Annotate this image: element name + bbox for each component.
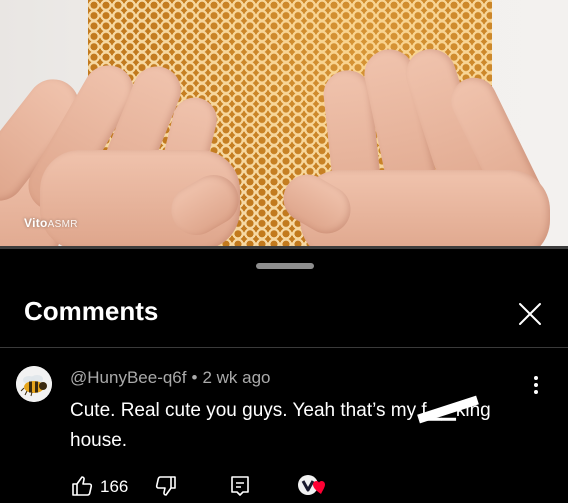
comment-author[interactable]: @HunyBee-q6f bbox=[70, 368, 187, 387]
drag-handle[interactable] bbox=[256, 263, 314, 269]
video-player[interactable]: VitoASMR bbox=[0, 0, 568, 248]
thumbs-up-icon bbox=[72, 476, 93, 496]
close-icon bbox=[519, 303, 541, 325]
divider bbox=[0, 347, 568, 348]
creator-heart-badge bbox=[296, 474, 330, 503]
video-progress-bar[interactable] bbox=[0, 246, 568, 249]
creator-heart-icon bbox=[298, 475, 325, 495]
meta-separator: • bbox=[191, 368, 198, 387]
more-vert-icon bbox=[528, 376, 544, 394]
thumbs-down-icon bbox=[155, 476, 176, 496]
panel-title: Comments bbox=[24, 296, 159, 326]
channel-watermark: VitoASMR bbox=[24, 216, 78, 230]
censored-word: f▁▁king bbox=[417, 395, 491, 426]
like-button[interactable] bbox=[70, 474, 94, 503]
watermark-suffix: ASMR bbox=[47, 219, 78, 230]
close-button[interactable] bbox=[514, 298, 546, 330]
comment-text-start: Cute. Real cute you guys. Yeah that’s my bbox=[70, 400, 422, 421]
comment-meta: @HunyBee-q6f • 2 wk ago bbox=[70, 368, 271, 388]
comment-time[interactable]: 2 wk ago bbox=[202, 368, 270, 387]
comment-text-end: house. bbox=[70, 430, 128, 451]
like-count: 166 bbox=[100, 477, 129, 496]
avatar[interactable] bbox=[16, 366, 52, 402]
more-options-button[interactable] bbox=[528, 374, 544, 396]
watermark-brand: Vito bbox=[24, 216, 48, 230]
reply-icon bbox=[231, 476, 249, 496]
reply-button[interactable] bbox=[228, 474, 252, 503]
bee-avatar-icon bbox=[16, 366, 52, 402]
dislike-button[interactable] bbox=[154, 474, 178, 503]
comment-text: Cute. Real cute you guys. Yeah that’s my… bbox=[70, 395, 540, 456]
